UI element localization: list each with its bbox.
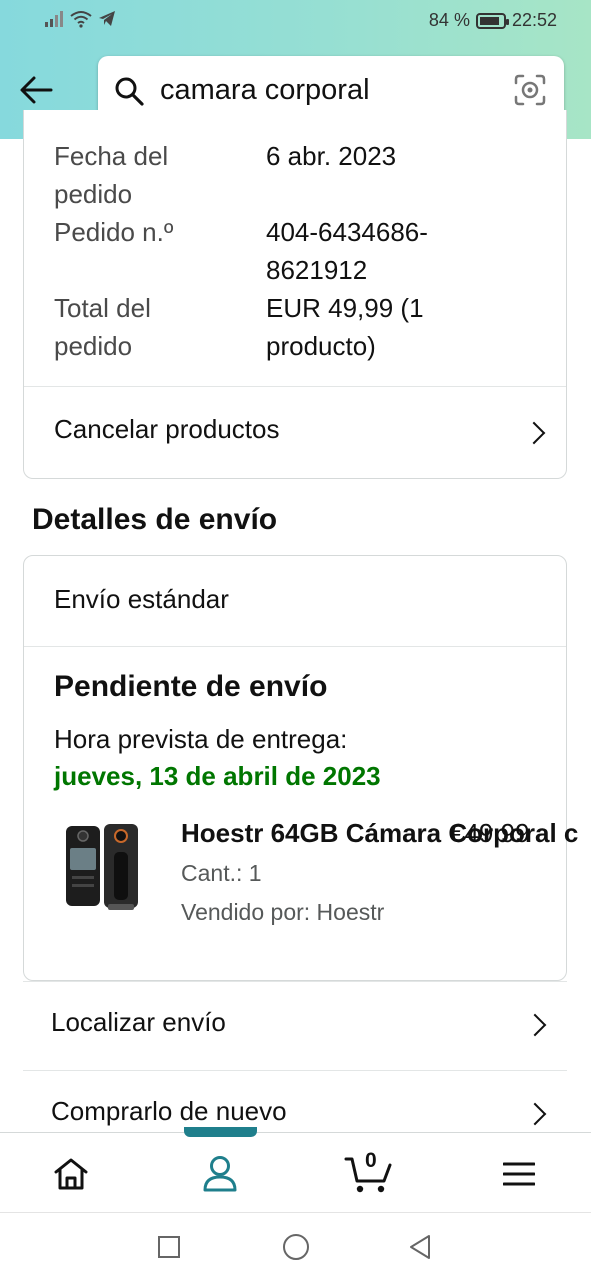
signal-icon [45,11,63,27]
order-date-value: 6 abr. 2023 [266,141,397,171]
recents-icon[interactable] [157,1235,181,1259]
home-circle-icon[interactable] [282,1233,310,1261]
product-image[interactable] [58,818,148,918]
cart-button[interactable]: 0 [344,1149,394,1193]
product-quantity: Cant.: 1 [181,860,262,886]
divider [24,646,566,647]
shipping-method: Envío estándar [54,584,229,614]
shipping-card: Envío estándar Pendiente de envío Hora p… [23,555,578,981]
active-tab-indicator [184,1127,257,1137]
eta-label: Hora prevista de entrega: [54,724,348,754]
order-total-value: EUR 49,99 (1 producto) [266,293,424,361]
order-date-label: Fecha del pedido [54,141,169,209]
shipping-section-title: Detalles de envío [32,503,278,536]
buy-again-label: Comprarlo de nuevo [51,1096,287,1126]
order-total-label: Total del pedido [54,293,151,361]
search-icon [115,77,144,106]
cancel-products-label: Cancelar productos [54,414,280,444]
system-nav-bar [0,1212,591,1281]
chevron-right-icon [522,421,546,445]
clock: 22:52 [511,10,557,30]
track-shipment-row[interactable]: Localizar envío [23,981,567,1069]
cancel-products-row[interactable]: Cancelar productos [24,387,566,477]
chevron-right-icon [523,1013,547,1037]
battery-icon [475,12,509,29]
camera-search-icon[interactable] [514,74,546,106]
shipping-status-title: Pendiente de envío [54,670,328,703]
back-arrow-icon[interactable] [18,74,54,106]
order-number-label: Pedido n.º [54,217,174,247]
chevron-right-icon [523,1102,547,1126]
status-icons-left [44,10,116,28]
battery-percent: 84 % [428,10,470,30]
status-icons-right: 84 % 22:52 [429,10,557,31]
product-price: €49,99 [450,818,530,848]
order-number-value: 404-6434686-8621912 [266,217,428,285]
order-summary-card: Fecha del pedido 6 abr. 2023 Pedido n.º … [23,110,567,479]
cart-count: 0 [365,1149,377,1172]
home-icon[interactable] [53,1157,89,1191]
account-icon[interactable] [202,1155,238,1193]
menu-icon[interactable] [503,1161,535,1187]
search-input[interactable]: camara corporal [160,74,370,107]
track-shipment-label: Localizar envío [51,1007,226,1037]
eta-date: jueves, 13 de abril de 2023 [54,761,381,791]
telegram-icon [99,11,115,26]
back-triangle-icon[interactable] [408,1234,432,1260]
status-bar: 84 % 22:52 [0,0,591,42]
bottom-nav: 0 [0,1127,591,1213]
wifi-icon [70,11,92,28]
product-seller: Vendido por: Hoestr [181,899,385,925]
